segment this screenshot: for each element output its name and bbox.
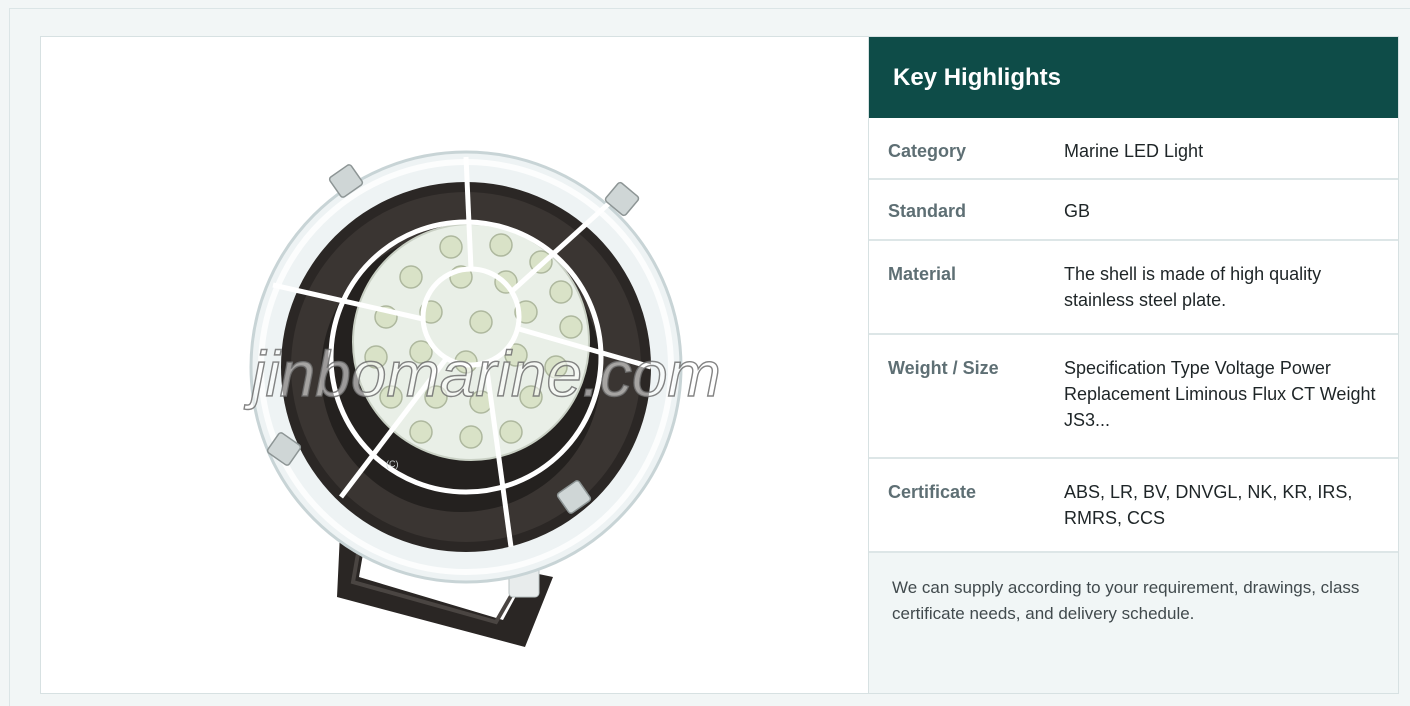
- spec-row-category: Category Marine LED Light: [869, 118, 1398, 180]
- key-highlights-title: Key Highlights: [869, 37, 1398, 118]
- svg-text:(C): (C): [386, 459, 399, 469]
- product-card: (C) jinbomarine.com Key Highlights Categ…: [40, 36, 1399, 694]
- spec-value: Marine LED Light: [1064, 141, 1204, 161]
- spec-value: ABS, LR, BV, DNVGL, NK, KR, IRS, RMRS, C…: [1064, 482, 1353, 528]
- spec-label: Material: [888, 264, 957, 284]
- spec-value: GB: [1064, 201, 1091, 221]
- supply-note: We can supply according to your requirem…: [869, 553, 1398, 693]
- spec-value: Specification Type Voltage Power Replace…: [1064, 358, 1376, 430]
- product-image: (C): [249, 150, 683, 647]
- key-highlights-panel: Key Highlights Category Marine LED Light…: [869, 37, 1398, 693]
- spec-label: Certificate: [888, 482, 977, 502]
- spec-label: Weight / Size: [888, 358, 999, 378]
- spec-row-certificate: Certificate ABS, LR, BV, DNVGL, NK, KR, …: [869, 459, 1398, 553]
- spec-label: Standard: [888, 201, 967, 221]
- spec-row-weight-size: Weight / Size Specification Type Voltage…: [869, 335, 1398, 459]
- product-image-pane: (C) jinbomarine.com: [41, 37, 869, 693]
- spec-row-material: Material The shell is made of high quali…: [869, 241, 1398, 335]
- spec-label: Category: [888, 141, 967, 161]
- page-frame: (C) jinbomarine.com Key Highlights Categ…: [9, 8, 1410, 706]
- spec-value: The shell is made of high quality stainl…: [1064, 264, 1322, 310]
- spec-row-standard: Standard GB: [869, 180, 1398, 241]
